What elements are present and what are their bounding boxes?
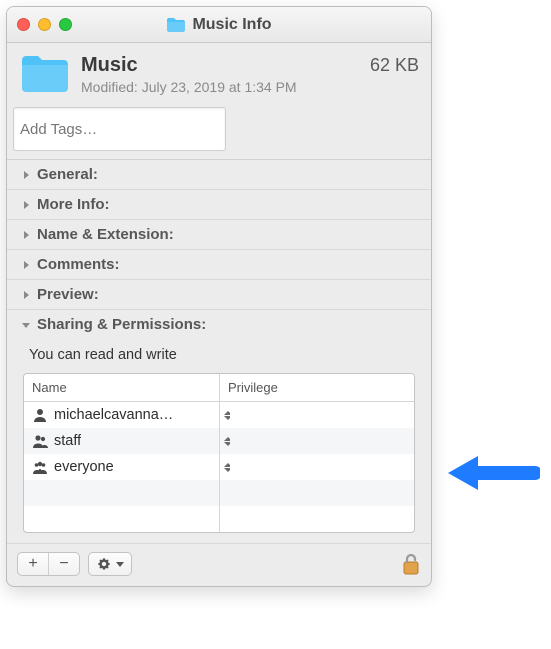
section-name-extension[interactable]: Name & Extension: (7, 219, 431, 249)
section-comments[interactable]: Comments: (7, 249, 431, 279)
section-sharing-permissions[interactable]: Sharing & Permissions: (7, 309, 431, 339)
folder-icon (166, 17, 186, 33)
footer: + − (7, 544, 431, 586)
chevron-right-icon (21, 200, 31, 210)
table-row[interactable]: michaelcavanna… Read & Write (24, 402, 414, 428)
minimize-window-button[interactable] (38, 18, 51, 31)
action-menu-button[interactable] (88, 552, 132, 576)
stepper-icon[interactable] (224, 460, 230, 474)
section-label: More Info: (37, 196, 110, 213)
annotation-arrow-icon (440, 448, 540, 498)
item-size: 62 KB (370, 55, 419, 76)
sharing-body: You can read and write Name Privilege mi… (7, 339, 431, 544)
chevron-right-icon (21, 290, 31, 300)
table-row[interactable]: everyone Read only (24, 454, 414, 480)
group-icon (32, 459, 48, 475)
section-label: General: (37, 166, 98, 183)
titlebar: Music Info (7, 7, 431, 43)
modified-value: July 23, 2019 at 1:34 PM (142, 79, 297, 95)
permissions-table: Name Privilege michaelcavanna… Read & Wr… (23, 373, 415, 533)
lock-icon[interactable] (401, 552, 421, 576)
modified-label: Modified: (81, 79, 138, 95)
section-general[interactable]: General: (7, 159, 431, 189)
stepper-icon[interactable] (224, 408, 230, 422)
info-window: Music Info Music 62 KB Modified: July 23… (6, 6, 432, 587)
window-traffic-lights (17, 18, 72, 31)
column-name-header[interactable]: Name (24, 374, 219, 401)
chevron-down-icon (116, 562, 124, 567)
chevron-right-icon (21, 230, 31, 240)
section-more-info[interactable]: More Info: (7, 189, 431, 219)
section-label: Sharing & Permissions: (37, 316, 206, 333)
modified-line: Modified: July 23, 2019 at 1:34 PM (81, 79, 419, 95)
people-icon (32, 433, 48, 449)
add-remove-segment: + − (17, 552, 80, 576)
chevron-right-icon (21, 170, 31, 180)
folder-icon (19, 53, 71, 95)
section-label: Comments: (37, 256, 120, 273)
section-preview[interactable]: Preview: (7, 279, 431, 309)
zoom-window-button[interactable] (59, 18, 72, 31)
section-label: Name & Extension: (37, 226, 174, 243)
close-window-button[interactable] (17, 18, 30, 31)
column-privilege-header[interactable]: Privilege (219, 374, 236, 401)
chevron-down-icon (21, 320, 31, 330)
section-label: Preview: (37, 286, 99, 303)
add-user-button[interactable]: + (18, 553, 48, 575)
stepper-icon[interactable] (224, 434, 230, 448)
permission-user: staff (54, 433, 81, 449)
chevron-right-icon (21, 260, 31, 270)
window-title: Music Info (192, 16, 271, 34)
item-name: Music (81, 54, 138, 77)
permissions-summary: You can read and write (17, 343, 421, 373)
table-header: Name Privilege (24, 374, 414, 402)
permission-user: everyone (54, 459, 114, 475)
item-header: Music 62 KB Modified: July 23, 2019 at 1… (7, 43, 431, 103)
table-row-empty (24, 480, 414, 506)
table-row-empty (24, 506, 414, 532)
remove-user-button[interactable]: − (48, 553, 79, 575)
permission-user: michaelcavanna… (54, 407, 173, 423)
table-row[interactable]: staff Read only (24, 428, 414, 454)
person-icon (32, 407, 48, 423)
tags-input[interactable] (13, 107, 226, 151)
gear-icon (97, 557, 111, 571)
